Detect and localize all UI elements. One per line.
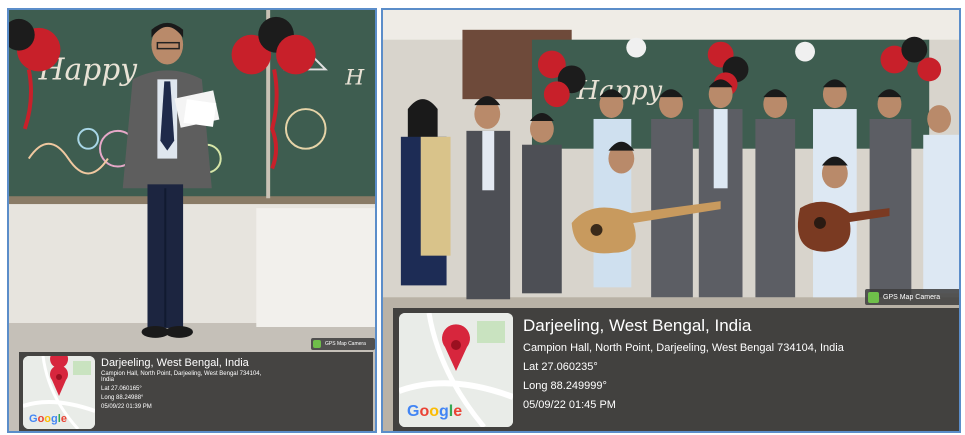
- geo-overlay-2: Google Darjeeling, West Bengal, India Ca…: [393, 308, 959, 431]
- timestamp-2: 05/09/22 01:45 PM: [523, 399, 616, 411]
- gps-camera-icon-2: [868, 291, 879, 303]
- mini-map: Google: [23, 356, 95, 429]
- google-logo: Google: [29, 413, 67, 425]
- gps-badge: GPS Map Camera: [311, 338, 375, 350]
- location-title-2: Darjeeling, West Bengal, India: [523, 316, 752, 335]
- location-address-2: Campion Hall, North Point, Darjeeling, W…: [523, 342, 844, 354]
- gps-badge-2: GPS Map Camera: [865, 289, 959, 305]
- svg-text:H: H: [344, 65, 365, 90]
- mini-map-2: Google: [399, 313, 513, 427]
- longitude: Long 88.24988°: [101, 395, 144, 401]
- latitude-2: Lat 27.060235°: [523, 361, 598, 373]
- gps-camera-icon: [313, 340, 321, 348]
- photo-group: Happy GPS Map Camera Google Darjeeling, …: [381, 8, 961, 433]
- longitude-2: Long 88.249999°: [523, 380, 607, 392]
- location-address-country: India: [101, 377, 115, 383]
- geo-overlay: Google Darjeeling, West Bengal, India Ca…: [19, 352, 373, 431]
- location-title: Darjeeling, West Bengal, India: [101, 357, 249, 369]
- timestamp: 05/09/22 01:39 PM: [101, 404, 152, 410]
- latitude: Lat 27.060165°: [101, 386, 142, 392]
- gps-badge-label-2: GPS Map Camera: [883, 293, 941, 301]
- photo-speaker: Happy H GPS Map Camera Google Darjeeling…: [7, 8, 377, 433]
- google-logo-2: Google: [407, 403, 463, 420]
- gps-badge-label: GPS Map Camera: [325, 341, 366, 347]
